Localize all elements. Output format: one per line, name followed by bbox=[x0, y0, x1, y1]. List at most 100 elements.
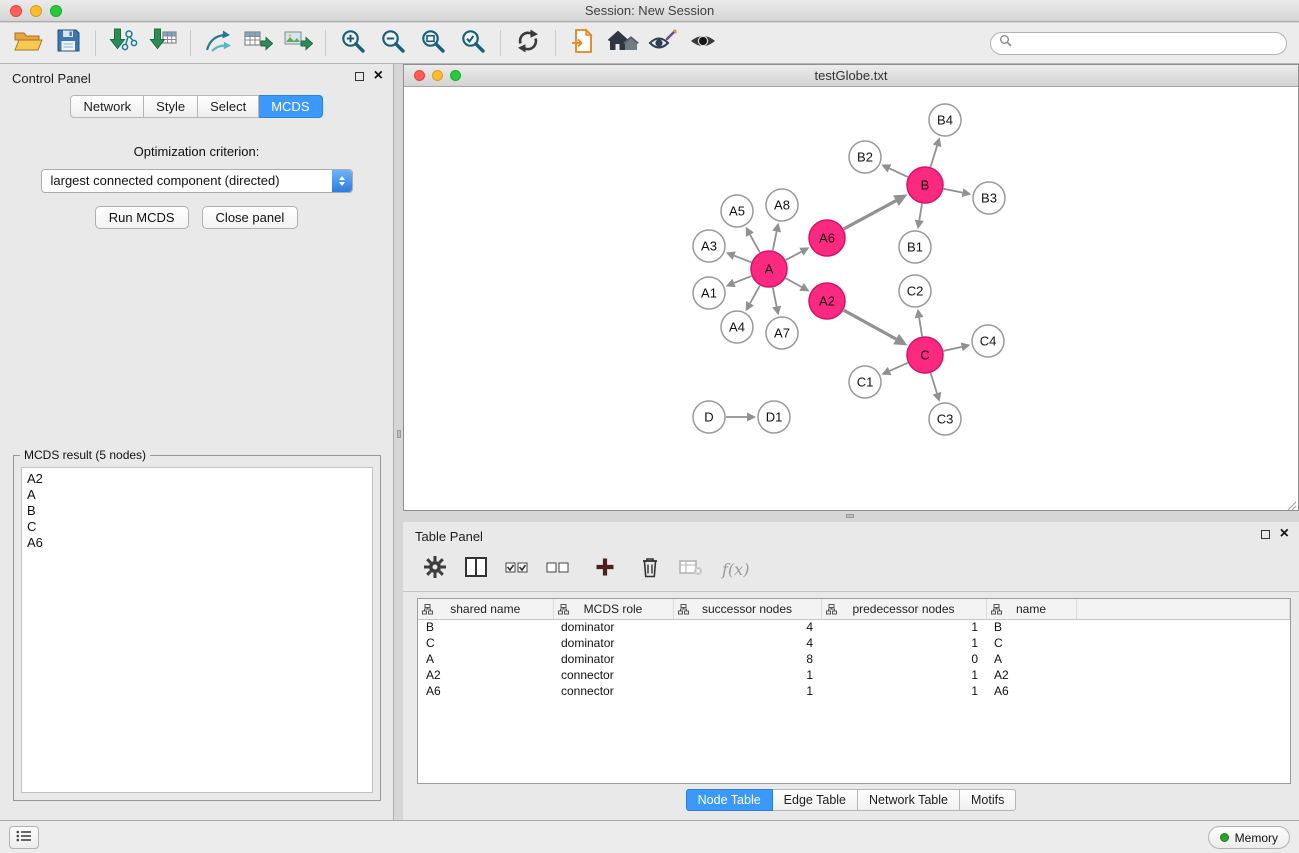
export-table-button[interactable] bbox=[238, 26, 278, 60]
zoom-window-button[interactable] bbox=[50, 5, 62, 17]
table-cell[interactable]: dominator bbox=[553, 619, 673, 635]
column-header-MCDS-role[interactable]: MCDS role bbox=[553, 599, 673, 619]
horizontal-splitter[interactable] bbox=[403, 511, 1299, 522]
unselect-all-columns-button[interactable] bbox=[540, 554, 576, 586]
delete-column-button[interactable] bbox=[632, 554, 668, 586]
save-session-button[interactable] bbox=[48, 26, 88, 60]
network-window-titlebar[interactable]: testGlobe.txt bbox=[404, 65, 1298, 87]
import-table-button[interactable] bbox=[143, 26, 183, 60]
memory-button[interactable]: Memory bbox=[1208, 826, 1290, 849]
table-cell[interactable]: dominator bbox=[553, 635, 673, 651]
result-item[interactable]: A bbox=[27, 487, 367, 503]
close-panel-icon[interactable]: × bbox=[374, 71, 383, 81]
table-cell[interactable]: 1 bbox=[821, 667, 986, 683]
table-cell[interactable]: connector bbox=[553, 667, 673, 683]
search-field[interactable] bbox=[990, 32, 1287, 55]
zoom-fit-button[interactable] bbox=[413, 26, 453, 60]
window-controls bbox=[10, 5, 62, 17]
optimization-criterion-dropdown[interactable]: largest connected component (directed) bbox=[41, 169, 353, 193]
vertical-splitter[interactable] bbox=[395, 64, 403, 820]
refresh-view-button[interactable] bbox=[508, 26, 548, 60]
create-column-button[interactable] bbox=[587, 554, 623, 586]
table-cell[interactable]: 0 bbox=[821, 651, 986, 667]
open-document-button[interactable] bbox=[563, 26, 603, 60]
open-session-button[interactable] bbox=[8, 26, 48, 60]
search-input[interactable] bbox=[1017, 36, 1278, 50]
table-cell[interactable]: 1 bbox=[821, 619, 986, 635]
graph-edge bbox=[844, 201, 896, 229]
table-cell[interactable]: 8 bbox=[673, 651, 821, 667]
table-cell[interactable]: C bbox=[418, 635, 553, 651]
table-cell[interactable]: 1 bbox=[821, 683, 986, 699]
control-panel-title: Control Panel bbox=[12, 71, 91, 86]
column-header-name[interactable]: name bbox=[986, 599, 1076, 619]
run-mcds-button[interactable]: Run MCDS bbox=[95, 206, 189, 229]
show-columns-button[interactable] bbox=[458, 554, 494, 586]
tab-motifs[interactable]: Motifs bbox=[960, 789, 1016, 811]
function-builder-button[interactable]: f(x) bbox=[722, 560, 749, 579]
home-button[interactable] bbox=[603, 26, 643, 60]
export-network-button[interactable] bbox=[198, 26, 238, 60]
zoom-window-button[interactable] bbox=[450, 70, 461, 81]
table-cell[interactable]: A2 bbox=[986, 667, 1076, 683]
mcds-result-list[interactable]: A2ABCA6 bbox=[21, 467, 373, 793]
tab-network[interactable]: Network bbox=[70, 95, 144, 118]
table-cell[interactable]: B bbox=[418, 619, 553, 635]
zoom-in-button[interactable] bbox=[333, 26, 373, 60]
table-cell[interactable]: A6 bbox=[986, 683, 1076, 699]
table-cell[interactable]: 1 bbox=[821, 635, 986, 651]
network-canvas[interactable]: B4B2BB3A5A8A6A3B1AC2A1A2A4A7C4CC1C3DD1 bbox=[404, 87, 1298, 510]
show-hide-button[interactable] bbox=[683, 26, 723, 60]
table-cell[interactable]: 1 bbox=[673, 683, 821, 699]
tab-edge-table[interactable]: Edge Table bbox=[773, 789, 858, 811]
minimize-window-button[interactable] bbox=[432, 70, 443, 81]
tab-select[interactable]: Select bbox=[198, 95, 259, 118]
task-history-button[interactable] bbox=[9, 826, 39, 849]
graph-node-label: A8 bbox=[774, 198, 790, 213]
node-table: shared nameMCDS rolesuccessor nodesprede… bbox=[417, 598, 1291, 784]
resize-grip-icon[interactable] bbox=[1286, 498, 1297, 509]
close-window-button[interactable] bbox=[10, 5, 22, 17]
table-cell[interactable]: dominator bbox=[553, 651, 673, 667]
result-item[interactable]: C bbox=[27, 519, 367, 535]
graph-edge bbox=[944, 189, 963, 193]
table-cell[interactable]: connector bbox=[553, 683, 673, 699]
export-image-button[interactable] bbox=[278, 26, 318, 60]
table-cell[interactable]: A bbox=[418, 651, 553, 667]
column-header-shared-name[interactable]: shared name bbox=[418, 599, 553, 619]
tab-node-table[interactable]: Node Table bbox=[686, 789, 773, 811]
network-graph[interactable]: B4B2BB3A5A8A6A3B1AC2A1A2A4A7C4CC1C3DD1 bbox=[404, 87, 1298, 510]
tab-style[interactable]: Style bbox=[144, 95, 198, 118]
float-panel-icon[interactable] bbox=[355, 72, 364, 81]
checked-boxes-icon bbox=[505, 559, 529, 580]
close-panel-button[interactable]: Close panel bbox=[202, 206, 299, 229]
table-cell[interactable]: 1 bbox=[673, 667, 821, 683]
graph-edge bbox=[773, 288, 777, 307]
tab-network-table[interactable]: Network Table bbox=[858, 789, 960, 811]
table-settings-button[interactable] bbox=[417, 554, 453, 586]
table-cell[interactable]: 4 bbox=[673, 619, 821, 635]
result-item[interactable]: B bbox=[27, 503, 367, 519]
table-cell[interactable]: C bbox=[986, 635, 1076, 651]
table-cell[interactable]: 4 bbox=[673, 635, 821, 651]
select-all-columns-button[interactable] bbox=[499, 554, 535, 586]
table-cell[interactable]: B bbox=[986, 619, 1076, 635]
close-window-button[interactable] bbox=[414, 70, 425, 81]
zoom-selected-button[interactable] bbox=[453, 26, 493, 60]
close-panel-icon[interactable]: × bbox=[1280, 529, 1289, 539]
zoom-out-button[interactable] bbox=[373, 26, 413, 60]
table-cell[interactable]: A2 bbox=[418, 667, 553, 683]
column-header-predecessor-nodes[interactable]: predecessor nodes bbox=[821, 599, 986, 619]
column-header-successor-nodes[interactable]: successor nodes bbox=[673, 599, 821, 619]
table-cell[interactable]: A bbox=[986, 651, 1076, 667]
table-cell[interactable]: A6 bbox=[418, 683, 553, 699]
tab-mcds[interactable]: MCDS bbox=[259, 95, 322, 118]
minimize-window-button[interactable] bbox=[30, 5, 42, 17]
float-panel-icon[interactable] bbox=[1261, 530, 1270, 539]
result-item[interactable]: A6 bbox=[27, 535, 367, 551]
trash-icon bbox=[641, 556, 659, 583]
result-item[interactable]: A2 bbox=[27, 471, 367, 487]
import-network-button[interactable] bbox=[103, 26, 143, 60]
delete-table-button[interactable] bbox=[673, 554, 709, 586]
graphics-details-button[interactable] bbox=[643, 26, 683, 60]
